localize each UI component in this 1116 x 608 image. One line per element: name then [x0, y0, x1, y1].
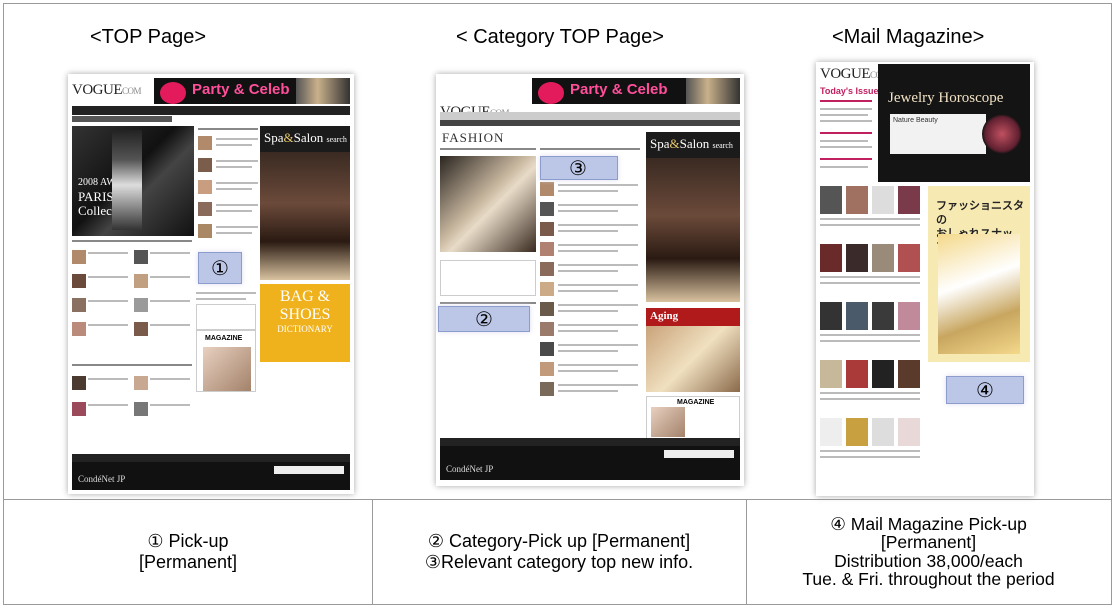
spa-salon-banner: Spa&Salon search: [260, 126, 350, 280]
magazine-box: MAGAZINE: [196, 330, 256, 392]
vogue-logo: VOGUECOM: [72, 82, 142, 98]
vogue-promo-box: [196, 304, 256, 330]
aging-banner: Aging: [646, 308, 740, 392]
magazine-box: MAGAZINE: [646, 396, 740, 440]
marker-1: ①: [198, 252, 242, 284]
recommend-image: [440, 156, 536, 252]
mail-magazine-title: <Mail Magazine>: [832, 26, 985, 48]
slide-frame: <TOP Page> < Category TOP Page> <Mail Ma…: [3, 3, 1112, 605]
mail-magazine-screenshot: VOGUECOM Today's Issue Jewelry Horoscope…: [816, 62, 1034, 496]
fashion-snap-panel: ファッショニスタのおしゃれスナップ。: [928, 186, 1030, 362]
category-top-screenshot: VOGUECOM Party & Celeb FASHION Spa&Salon…: [436, 74, 744, 486]
party-celeb-banner: Party & Celeb: [154, 78, 350, 104]
footer-bar: CondéNet JP: [72, 462, 350, 490]
sub-nav-bar: [72, 116, 172, 122]
marker-2: ②: [438, 306, 530, 332]
fashion-heading: FASHION: [442, 130, 505, 145]
cell-category-pickup: ② Category-Pick up [Permanent] ③Relevant…: [424, 530, 694, 572]
sub-nav-bar: [440, 120, 740, 126]
main-nav-bar: [72, 106, 350, 115]
jewelry-horoscope-banner: Jewelry Horoscope Nature Beauty: [878, 64, 1030, 182]
footer-nav: [440, 438, 740, 446]
category-top-page-title: < Category TOP Page>: [456, 26, 664, 48]
top-page-screenshot: VOGUECOM Party & Celeb 2008 AW PARIS Col…: [68, 74, 354, 494]
todays-issue-label: Today's Issue: [820, 86, 879, 96]
marker-3: ③: [540, 156, 618, 180]
top-page-title: <TOP Page>: [90, 26, 207, 48]
cell-mail-magazine-pickup: ④ Mail Magazine Pick-up [Permanent] Dist…: [802, 513, 1055, 589]
bag-shoes-dictionary-banner: BAG & SHOES DICTIONARY: [260, 284, 350, 362]
spa-salon-banner: Spa&Salon search: [646, 132, 740, 302]
hero-image: 2008 AW PARIS Collection: [72, 126, 194, 236]
footer-bar: CondéNet JP: [440, 446, 740, 480]
footer-nav: [72, 454, 350, 462]
cell-pickup: ① Pick-up [Permanent]: [138, 530, 238, 572]
promo-box: [440, 260, 536, 296]
marker-4: ④: [946, 376, 1024, 404]
party-celeb-banner: Party & Celeb: [532, 78, 740, 104]
